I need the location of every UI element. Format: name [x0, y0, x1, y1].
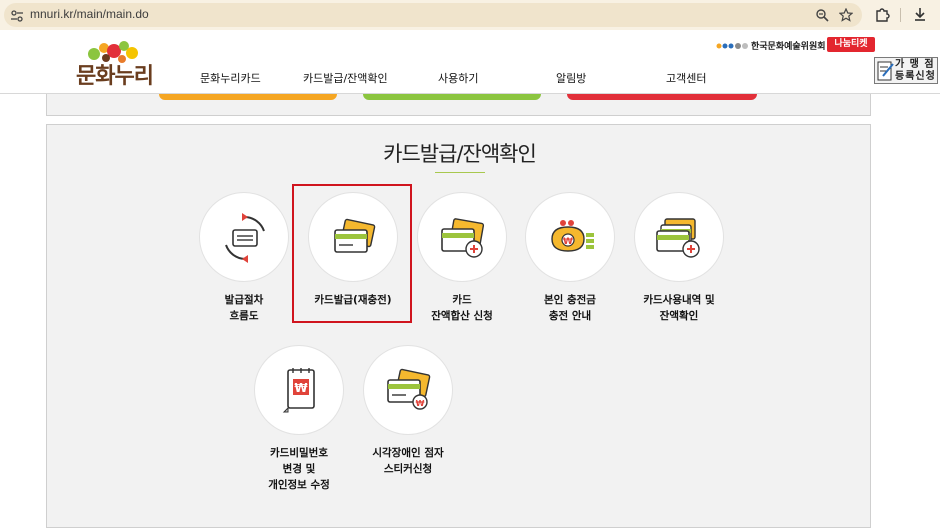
item-label: 카드사용내역 및 잔액확인: [643, 294, 715, 322]
orange-menu-tab[interactable]: [159, 94, 337, 100]
svg-text:₩: ₩: [563, 237, 573, 247]
merchant-register-button[interactable]: 가 맹 점 등록신청: [874, 57, 938, 84]
item-circle[interactable]: [634, 192, 724, 282]
item-label: 카드비밀번호 변경 및 개인정보 수정: [268, 447, 330, 491]
process-cycle-icon: [225, 213, 265, 263]
previous-section-panel: [46, 94, 871, 116]
url-text[interactable]: mnuri.kr/main/main.do: [30, 7, 149, 21]
pencil-document-icon: [877, 61, 894, 81]
arts-council-name[interactable]: 한국문화예술위원회: [751, 39, 826, 52]
item-label: 발급절차 흐름도: [224, 294, 264, 322]
logo-text: 문화누리: [76, 64, 154, 89]
title-underline: [435, 172, 485, 173]
item-circle[interactable]: [417, 192, 507, 282]
selection-highlight: [292, 184, 412, 323]
wallet-won-icon: ₩: [551, 220, 594, 252]
arts-council-logo-icon: [716, 43, 748, 49]
nav-item-notice-board[interactable]: 알림방: [556, 70, 586, 86]
site-logo[interactable]: 문화누리: [76, 38, 156, 90]
braille-card-icon: ₩: [387, 368, 431, 410]
card-history-icon: [656, 218, 700, 258]
merchant-register-label: 가 맹 점 등록신청: [895, 59, 936, 82]
nav-item-card-issue-balance[interactable]: 카드발급/잔액확인: [303, 70, 388, 86]
site-settings-icon[interactable]: [10, 8, 24, 27]
svg-text:₩: ₩: [416, 399, 425, 408]
star-icon[interactable]: [838, 7, 854, 26]
svg-text:₩: ₩: [294, 381, 308, 395]
nav-item-usage[interactable]: 사용하기: [438, 70, 478, 86]
item-label: 시각장애인 점자 스티커신청: [372, 447, 444, 475]
nav-item-customer-center[interactable]: 고객센터: [666, 70, 706, 86]
nav-item-munhwanuri-card[interactable]: 문화누리카드: [200, 70, 261, 86]
zoom-icon[interactable]: [815, 7, 829, 26]
won-notepad-icon: ₩: [282, 368, 315, 413]
card-balance-add-icon: [441, 218, 485, 258]
item-circle[interactable]: ₩: [254, 345, 344, 435]
item-label: 카드 잔액합산 신청: [431, 294, 493, 322]
browser-toolbar: mnuri.kr/main/main.do: [0, 0, 940, 30]
nanum-ticket-badge[interactable]: 나눔티켓: [827, 37, 875, 52]
item-circle[interactable]: [199, 192, 289, 282]
red-menu-tab[interactable]: [567, 94, 757, 100]
address-bar[interactable]: mnuri.kr/main/main.do: [4, 3, 862, 27]
toolbar-divider: [900, 8, 901, 22]
extensions-icon[interactable]: [874, 7, 890, 27]
item-circle[interactable]: ₩: [363, 345, 453, 435]
item-circle[interactable]: ₩: [525, 192, 615, 282]
site-header: 문화누리 문화누리카드 카드발급/잔액확인 사용하기 알림방 고객센터 한국문화…: [0, 30, 940, 94]
green-menu-tab[interactable]: [363, 94, 541, 100]
download-icon[interactable]: [912, 6, 928, 26]
section-title: 카드발급/잔액확인: [383, 142, 537, 166]
item-label: 본인 충전금 충전 안내: [544, 294, 596, 322]
